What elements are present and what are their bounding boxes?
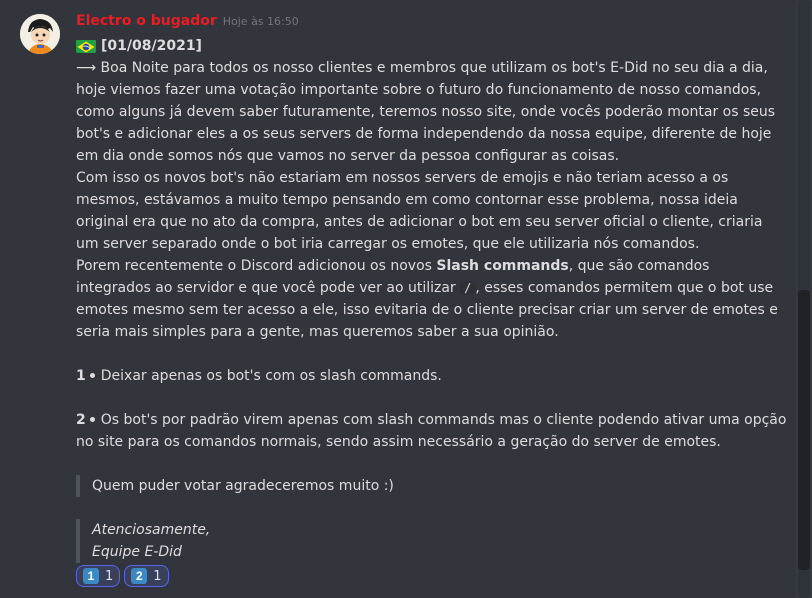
- keycap-two-icon: 2: [131, 568, 148, 584]
- keycap-one-icon: 1: [83, 568, 99, 584]
- reaction-count: 1: [105, 568, 114, 584]
- bullet-icon: [89, 416, 95, 422]
- timestamp[interactable]: Hoje às 16:50: [223, 15, 299, 28]
- brazil-flag-icon: [76, 39, 96, 53]
- option-1-number: 1: [76, 368, 86, 384]
- blockquote-signature: Atenciosamente, Equipe E-Did: [76, 519, 788, 563]
- message-container: Electro o bugador Hoje às 16:50 [01/08/2…: [0, 0, 796, 598]
- slash-commands-bold: Slash commands: [436, 258, 569, 274]
- message-header: Electro o bugador Hoje às 16:50: [76, 13, 299, 29]
- paragraph-slash: Porem recentemente o Discord adicionou o…: [76, 255, 788, 343]
- blockquote-thanks: Quem puder votar agradeceremos muito :): [76, 475, 788, 497]
- paragraph-problem: Com isso os novos bot's não estariam em …: [76, 170, 763, 252]
- option-2-text: Os bot's por padrão virem apenas com sla…: [76, 412, 787, 450]
- message-content: [01/08/2021] ⟶ Boa Noite para todos os n…: [76, 35, 788, 563]
- reaction-count: 1: [153, 568, 162, 584]
- reactions-bar: 1 1 2 1: [76, 565, 169, 587]
- paragraph-slash-pre: Porem recentemente o Discord adicionou o…: [76, 258, 437, 274]
- date-text: [01/08/2021]: [101, 38, 202, 54]
- quote-thanks-text: Quem puder votar agradeceremos muito :): [92, 478, 394, 494]
- user-avatar[interactable]: [20, 14, 60, 54]
- option-1: 1 Deixar apenas os bot's com os slash com…: [76, 365, 788, 387]
- reaction-keycap-1[interactable]: 1 1: [76, 565, 121, 587]
- signature-line-1: Atenciosamente,: [92, 522, 211, 538]
- option-2-number: 2: [76, 412, 86, 428]
- reaction-keycap-2[interactable]: 2 1: [124, 565, 169, 587]
- date-line: [01/08/2021]: [76, 35, 788, 57]
- scrollbar-thumb[interactable]: [798, 290, 810, 570]
- signature-line-2: Equipe E-Did: [92, 544, 182, 560]
- bullet-icon: [89, 372, 95, 378]
- paragraph-intro: ⟶ Boa Noite para todos os nosso clientes…: [76, 60, 776, 164]
- option-2: 2 Os bot's por padrão virem apenas com sl…: [76, 409, 788, 453]
- username[interactable]: Electro o bugador: [76, 13, 217, 29]
- inline-code-slash: /: [460, 281, 476, 295]
- option-1-text: Deixar apenas os bot's com os slash comm…: [100, 368, 442, 384]
